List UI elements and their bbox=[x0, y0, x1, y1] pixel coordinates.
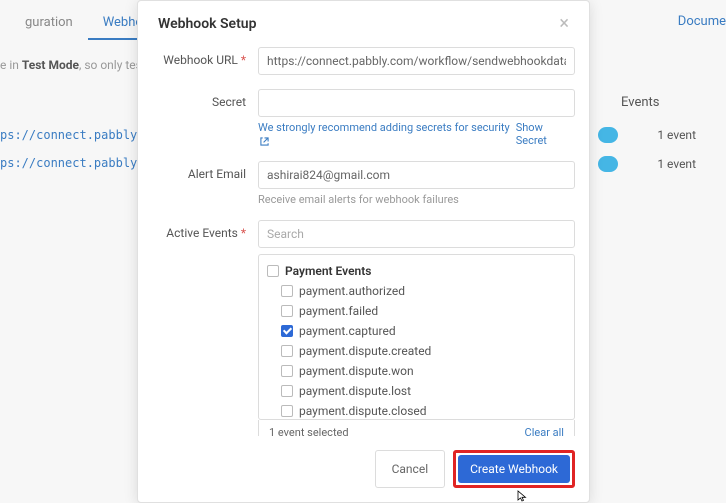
row-event-count: 1 event bbox=[657, 157, 696, 171]
close-icon[interactable]: × bbox=[559, 15, 569, 33]
checkbox-icon[interactable] bbox=[267, 265, 279, 277]
secret-label: Secret bbox=[212, 95, 246, 109]
webhook-row-url[interactable]: ps://connect.pabbly.co bbox=[0, 128, 159, 142]
event-item-label: payment.dispute.created bbox=[299, 344, 431, 358]
event-item[interactable]: payment.dispute.created bbox=[267, 341, 566, 361]
event-item-label: payment.captured bbox=[299, 324, 396, 338]
events-listbox[interactable]: Payment Events payment.authorized payment… bbox=[258, 254, 575, 420]
cancel-button[interactable]: Cancel bbox=[375, 450, 446, 488]
active-events-label: Active Events bbox=[166, 226, 238, 240]
checkbox-icon[interactable] bbox=[281, 285, 293, 297]
checkbox-icon[interactable] bbox=[281, 405, 293, 417]
event-item-label: payment.dispute.closed bbox=[299, 404, 427, 418]
webhook-row-url[interactable]: ps://connect.pabbly.co bbox=[0, 156, 159, 170]
event-item-label: payment.failed bbox=[299, 304, 378, 318]
webhook-url-input[interactable] bbox=[258, 47, 575, 75]
checkbox-icon[interactable] bbox=[281, 305, 293, 317]
event-item-label: payment.authorized bbox=[299, 284, 405, 298]
documentation-link[interactable]: Docume bbox=[678, 14, 726, 29]
modal-title: Webhook Setup bbox=[158, 16, 257, 32]
external-link-icon bbox=[260, 137, 269, 146]
clear-all-link[interactable]: Clear all bbox=[525, 426, 564, 436]
event-item[interactable]: payment.dispute.won bbox=[267, 361, 566, 381]
show-secret-link[interactable]: Show Secret bbox=[516, 121, 575, 147]
create-webhook-button[interactable]: Create Webhook bbox=[458, 455, 570, 483]
events-search-input[interactable] bbox=[258, 220, 575, 248]
status-badge bbox=[598, 127, 618, 143]
secret-input[interactable] bbox=[258, 89, 575, 117]
event-item[interactable]: payment.dispute.closed bbox=[267, 401, 566, 420]
event-item[interactable]: payment.authorized bbox=[267, 281, 566, 301]
tab-configuration[interactable]: guration bbox=[10, 7, 88, 40]
event-item-label: payment.dispute.won bbox=[299, 364, 414, 378]
event-item[interactable]: payment.dispute.lost bbox=[267, 381, 566, 401]
row-event-count: 1 event bbox=[657, 128, 696, 142]
selected-count: 1 event selected bbox=[269, 426, 349, 436]
webhook-url-label: Webhook URL bbox=[163, 53, 238, 67]
alert-email-hint: Receive email alerts for webhook failure… bbox=[258, 193, 575, 206]
alert-email-label: Alert Email bbox=[188, 167, 246, 181]
event-group[interactable]: Payment Events bbox=[267, 261, 566, 281]
checkbox-icon[interactable] bbox=[281, 345, 293, 357]
events-column-header: Events bbox=[621, 95, 701, 110]
create-button-highlight: Create Webhook bbox=[453, 450, 575, 488]
checkbox-icon[interactable] bbox=[281, 385, 293, 397]
event-item[interactable]: payment.failed bbox=[267, 301, 566, 321]
checkbox-icon[interactable] bbox=[281, 325, 293, 337]
event-item-label: payment.dispute.lost bbox=[299, 384, 411, 398]
status-badge bbox=[598, 156, 618, 172]
webhook-setup-modal: Webhook Setup × Webhook URL * Secret We … bbox=[137, 0, 590, 503]
secret-recommend-link[interactable]: We strongly recommend adding secrets for… bbox=[258, 121, 516, 147]
event-item[interactable]: payment.captured bbox=[267, 321, 566, 341]
checkbox-icon[interactable] bbox=[281, 365, 293, 377]
alert-email-input[interactable] bbox=[258, 161, 575, 189]
